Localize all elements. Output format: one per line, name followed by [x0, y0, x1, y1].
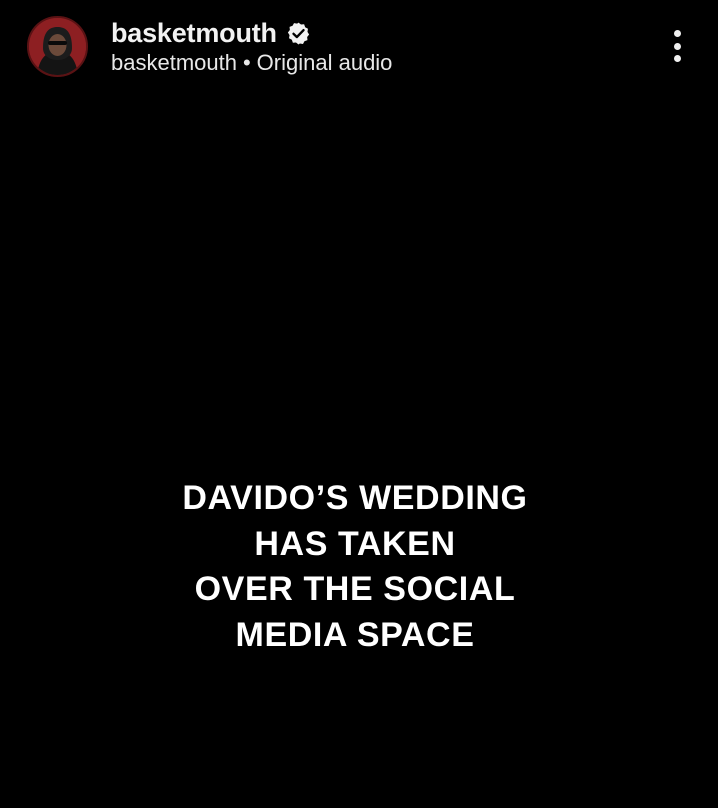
audio-owner: basketmouth [111, 50, 237, 75]
username-row: basketmouth [111, 15, 311, 51]
more-options-vertical-icon [673, 30, 681, 37]
profile-avatar-icon[interactable] [27, 16, 88, 77]
audio-separator: • [242, 50, 251, 75]
username-link[interactable]: basketmouth [111, 18, 277, 49]
caption-line: DAVIDO’S WEDDING [182, 479, 528, 517]
more-options-dot [673, 55, 681, 62]
video-caption: DAVIDO’S WEDDING HAS TAKEN OVER THE SOCI… [100, 476, 610, 658]
post-header: basketmouth basketmouth • Original audio [0, 0, 718, 95]
caption-line: OVER THE SOCIAL [194, 570, 516, 608]
audio-info[interactable]: basketmouth • Original audio [111, 50, 392, 76]
more-options-dot [673, 42, 681, 50]
caption-line: MEDIA SPACE [235, 615, 475, 654]
more-options-button[interactable] [660, 26, 694, 66]
caption-line: HAS TAKEN [254, 524, 456, 563]
audio-label: Original audio [256, 50, 393, 75]
verified-badge-icon [286, 21, 311, 46]
